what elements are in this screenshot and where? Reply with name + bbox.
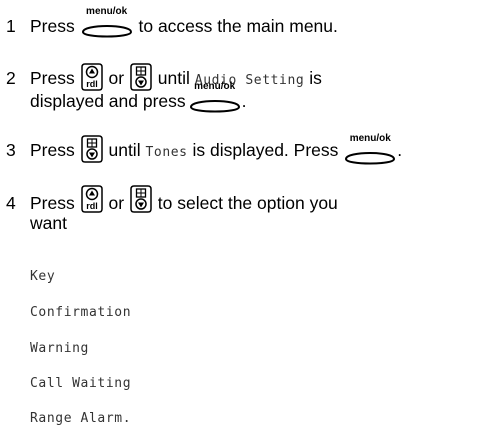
menu-ok-button-icon: menu/ok [80,6,134,38]
redial-up-key-icon: rdl [80,63,104,91]
step-text: Press rdl or until Audio Setting is disp… [30,63,500,113]
step-number: 1 [6,16,16,36]
option-range-alarm: Range Alarm. [30,411,132,426]
option-key: Key [30,269,56,284]
punctuation: . [397,140,403,160]
instruction-text: want [30,213,67,233]
step-text: Press menu/ok to access the main menu. [30,6,500,38]
instruction-text: displayed and press [30,91,186,111]
instruction-text: Press [30,140,75,160]
instruction-text: Press [30,193,75,213]
punctuation: . [241,91,247,111]
instruction-text: is [309,68,322,88]
instruction-text: Press [30,68,75,88]
redial-up-key-icon: rdl [80,185,104,213]
option-confirmation: Confirmation [30,305,132,320]
step-text: Press rdl or to select the option you wa… [30,185,500,233]
step-text: Press until Tones is displayed. Press me… [30,133,500,165]
svg-text:rdl: rdl [86,79,98,89]
instruction-text: or [108,193,125,213]
phonebook-down-key-icon [129,185,153,213]
step-number: 2 [6,68,16,88]
menu-ok-button-icon: menu/ok [188,81,242,113]
instruction-text: or [108,68,125,88]
instruction-text: to access the main menu. [138,16,338,36]
svg-text:rdl: rdl [86,201,98,211]
step-number: 3 [6,140,16,160]
phonebook-down-key-icon [80,135,104,163]
phonebook-down-key-icon [129,63,153,91]
instruction-text: Press [30,16,75,36]
instruction-text: is displayed. Press [192,140,339,160]
step-number: 4 [6,193,16,213]
instruction-text: until [108,140,141,160]
instruction-text: to select the option you [157,193,338,213]
lcd-display-text: Tones [145,145,188,160]
option-call-waiting: Call Waiting [30,376,132,391]
instruction-text: until [157,68,190,88]
menu-ok-button-icon: menu/ok [343,133,397,165]
option-warning: Warning [30,341,89,356]
